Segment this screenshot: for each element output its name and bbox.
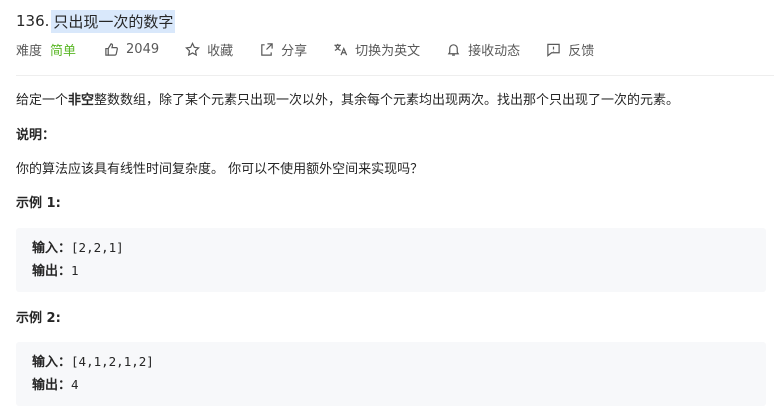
feedback-button[interactable]: 反馈 <box>546 40 594 59</box>
favorite-button[interactable]: 收藏 <box>185 40 233 59</box>
note-heading: 说明： <box>16 128 56 143</box>
example-2-heading: 示例 2: <box>16 311 61 326</box>
difficulty-label: 难度 <box>16 43 43 59</box>
example-2-block: 输入：[4,1,2,1,2] 输出：4 <box>16 342 766 406</box>
notify-button[interactable]: 接收动态 <box>446 40 520 59</box>
output-label: 输出： <box>32 378 72 393</box>
thumbs-up-icon <box>105 42 118 56</box>
intro-paragraph: 给定一个非空整数数组，除了某个元素只出现一次以外，其余每个元素均出现两次。找出那… <box>16 90 679 112</box>
example-1-input: 输入：[2,2,1] <box>32 237 750 260</box>
feedback-label: 反馈 <box>568 43 595 59</box>
input-label: 输入： <box>32 355 72 370</box>
difficulty-badge: 简单 <box>50 43 77 59</box>
output-value: 4 <box>71 377 79 392</box>
problem-title-text[interactable]: 只出现一次的数字 <box>51 9 176 33</box>
problem-title: 136. 只出现一次的数字 <box>16 9 176 33</box>
translate-label: 切换为英文 <box>355 43 421 59</box>
intro-prefix: 给定一个 <box>16 93 69 108</box>
translate-button[interactable]: 切换为英文 <box>333 40 420 59</box>
favorite-label: 收藏 <box>207 43 234 59</box>
share-icon <box>261 42 273 56</box>
example-1-output: 输出：1 <box>32 260 750 283</box>
input-value: [2,2,1] <box>71 240 124 255</box>
problem-meta-bar: 难度 简单 2049 收藏 分享 切换为英文 接收动态 反馈 <box>16 38 620 60</box>
output-label: 输出： <box>32 264 72 279</box>
share-label: 分享 <box>281 43 308 59</box>
example-1-heading: 示例 1: <box>16 196 61 211</box>
notify-label: 接收动态 <box>468 43 521 59</box>
like-count: 2049 <box>126 41 160 57</box>
output-value: 1 <box>71 263 79 278</box>
input-label: 输入： <box>32 241 72 256</box>
intro-suffix: 整数数组，除了某个元素只出现一次以外，其余每个元素均出现两次。找出那个只出现了一… <box>94 93 680 108</box>
input-value: [4,1,2,1,2] <box>71 354 154 369</box>
translate-icon <box>334 43 348 55</box>
intro-bold: 非空 <box>68 93 95 108</box>
divider <box>16 75 774 76</box>
example-1-block: 输入：[2,2,1] 输出：1 <box>16 228 766 292</box>
problem-number: 136. <box>16 12 50 30</box>
share-button[interactable]: 分享 <box>259 40 307 59</box>
example-2-output: 输出：4 <box>32 374 750 397</box>
bell-icon <box>447 43 460 56</box>
like-button[interactable]: 2049 <box>104 42 159 57</box>
note-text: 你的算法应该具有线性时间复杂度。 你可以不使用额外空间来实现吗？ <box>16 162 424 177</box>
example-2-input: 输入：[4,1,2,1,2] <box>32 351 750 374</box>
star-icon <box>185 41 201 56</box>
feedback-icon <box>547 43 560 57</box>
